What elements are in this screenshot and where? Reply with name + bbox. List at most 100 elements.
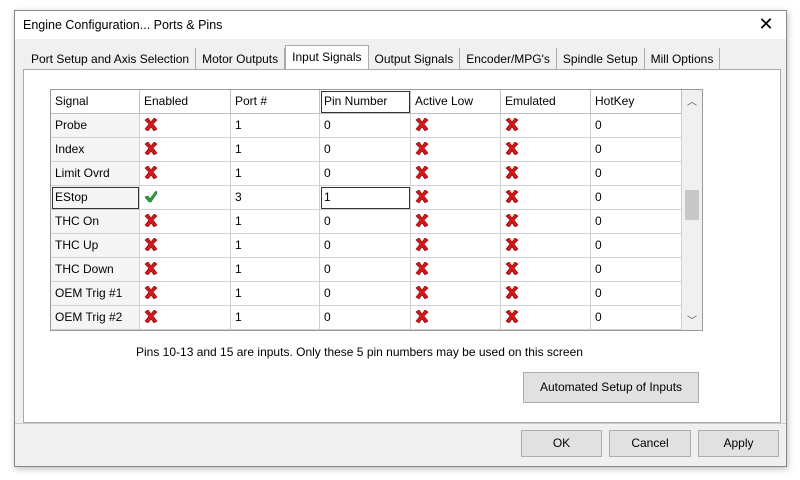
tab-output-signals[interactable]: Output Signals (369, 48, 461, 70)
x-icon[interactable] (144, 240, 158, 254)
ok-button[interactable]: OK (521, 430, 602, 457)
cell-hotkey[interactable]: 0 (591, 282, 682, 306)
tab-spindle-setup[interactable]: Spindle Setup (557, 48, 645, 70)
x-icon[interactable] (144, 216, 158, 230)
cell-enabled[interactable] (140, 138, 231, 162)
scroll-up-icon[interactable]: ︿ (682, 93, 702, 108)
cell-emulated[interactable] (501, 282, 591, 306)
close-icon[interactable]: ✕ (754, 14, 778, 35)
x-icon[interactable] (505, 168, 519, 182)
cell-emulated[interactable] (501, 138, 591, 162)
column-header-active-low[interactable]: Active Low (411, 90, 501, 114)
x-icon[interactable] (505, 192, 519, 206)
cell-port[interactable]: 1 (231, 162, 320, 186)
x-icon[interactable] (144, 264, 158, 278)
cell-emulated[interactable] (501, 114, 591, 138)
cell-hotkey[interactable]: 0 (591, 138, 682, 162)
cell-port[interactable]: 1 (231, 210, 320, 234)
cell-port[interactable]: 1 (231, 138, 320, 162)
cell-hotkey[interactable]: 0 (591, 210, 682, 234)
column-header-hotkey[interactable]: HotKey (591, 90, 682, 114)
x-icon[interactable] (505, 216, 519, 230)
cell-active-low[interactable] (411, 114, 501, 138)
cell-active-low[interactable] (411, 282, 501, 306)
x-icon[interactable] (505, 120, 519, 134)
cell-pin[interactable]: 1 (320, 186, 411, 210)
x-icon[interactable] (415, 264, 429, 278)
column-header-emulated[interactable]: Emulated (501, 90, 591, 114)
cell-active-low[interactable] (411, 306, 501, 330)
cancel-button[interactable]: Cancel (609, 430, 691, 457)
scroll-down-icon[interactable]: ﹀ (682, 312, 702, 327)
cell-active-low[interactable] (411, 210, 501, 234)
cell-pin[interactable]: 0 (320, 258, 411, 282)
cell-port[interactable]: 1 (231, 282, 320, 306)
apply-button[interactable]: Apply (698, 430, 779, 457)
cell-port[interactable]: 1 (231, 306, 320, 330)
x-icon[interactable] (144, 144, 158, 158)
cell-enabled[interactable] (140, 162, 231, 186)
cell-enabled[interactable] (140, 234, 231, 258)
column-header-port[interactable]: Port # (231, 90, 320, 114)
x-icon[interactable] (144, 288, 158, 302)
tab-input-signals[interactable]: Input Signals (285, 45, 368, 71)
cell-enabled[interactable] (140, 114, 231, 138)
cell-port[interactable]: 3 (231, 186, 320, 210)
cell-emulated[interactable] (501, 162, 591, 186)
x-icon[interactable] (505, 288, 519, 302)
cell-pin[interactable]: 0 (320, 114, 411, 138)
x-icon[interactable] (144, 312, 158, 326)
cell-enabled[interactable] (140, 258, 231, 282)
check-icon[interactable] (144, 192, 158, 206)
cell-emulated[interactable] (501, 258, 591, 282)
cell-hotkey[interactable]: 0 (591, 258, 682, 282)
cell-port[interactable]: 1 (231, 258, 320, 282)
cell-hotkey[interactable]: 0 (591, 186, 682, 210)
x-icon[interactable] (415, 216, 429, 230)
cell-emulated[interactable] (501, 234, 591, 258)
cell-emulated[interactable] (501, 306, 591, 330)
cell-pin[interactable]: 0 (320, 162, 411, 186)
cell-active-low[interactable] (411, 186, 501, 210)
cell-pin[interactable]: 0 (320, 282, 411, 306)
automated-setup-button[interactable]: Automated Setup of Inputs (523, 372, 699, 403)
cell-port[interactable]: 1 (231, 234, 320, 258)
cell-active-low[interactable] (411, 258, 501, 282)
cell-hotkey[interactable]: 0 (591, 162, 682, 186)
cell-emulated[interactable] (501, 210, 591, 234)
tab-motor-outputs[interactable]: Motor Outputs (196, 48, 285, 70)
cell-emulated[interactable] (501, 186, 591, 210)
tab-port-setup-and-axis-selection[interactable]: Port Setup and Axis Selection (25, 48, 196, 70)
column-header-signal[interactable]: Signal (51, 90, 140, 114)
cell-hotkey[interactable]: 0 (591, 234, 682, 258)
x-icon[interactable] (505, 312, 519, 326)
x-icon[interactable] (415, 192, 429, 206)
scroll-thumb[interactable] (685, 190, 699, 220)
x-icon[interactable] (415, 144, 429, 158)
column-header-enabled[interactable]: Enabled (140, 90, 231, 114)
x-icon[interactable] (144, 120, 158, 134)
x-icon[interactable] (415, 168, 429, 182)
x-icon[interactable] (505, 144, 519, 158)
cell-port[interactable]: 1 (231, 114, 320, 138)
vertical-scrollbar[interactable]: ︿ ﹀ (682, 90, 702, 330)
x-icon[interactable] (415, 240, 429, 254)
x-icon[interactable] (415, 312, 429, 326)
column-header-pin[interactable]: Pin Number (320, 90, 411, 114)
cell-enabled[interactable] (140, 210, 231, 234)
x-icon[interactable] (505, 264, 519, 278)
cell-enabled[interactable] (140, 186, 231, 210)
x-icon[interactable] (415, 288, 429, 302)
cell-pin[interactable]: 0 (320, 138, 411, 162)
cell-pin[interactable]: 0 (320, 306, 411, 330)
cell-enabled[interactable] (140, 306, 231, 330)
cell-active-low[interactable] (411, 162, 501, 186)
x-icon[interactable] (505, 240, 519, 254)
x-icon[interactable] (415, 120, 429, 134)
cell-active-low[interactable] (411, 234, 501, 258)
tab-encoder-mpg-s[interactable]: Encoder/MPG's (460, 48, 557, 70)
tab-mill-options[interactable]: Mill Options (645, 48, 721, 70)
cell-enabled[interactable] (140, 282, 231, 306)
cell-hotkey[interactable]: 0 (591, 306, 682, 330)
x-icon[interactable] (144, 168, 158, 182)
